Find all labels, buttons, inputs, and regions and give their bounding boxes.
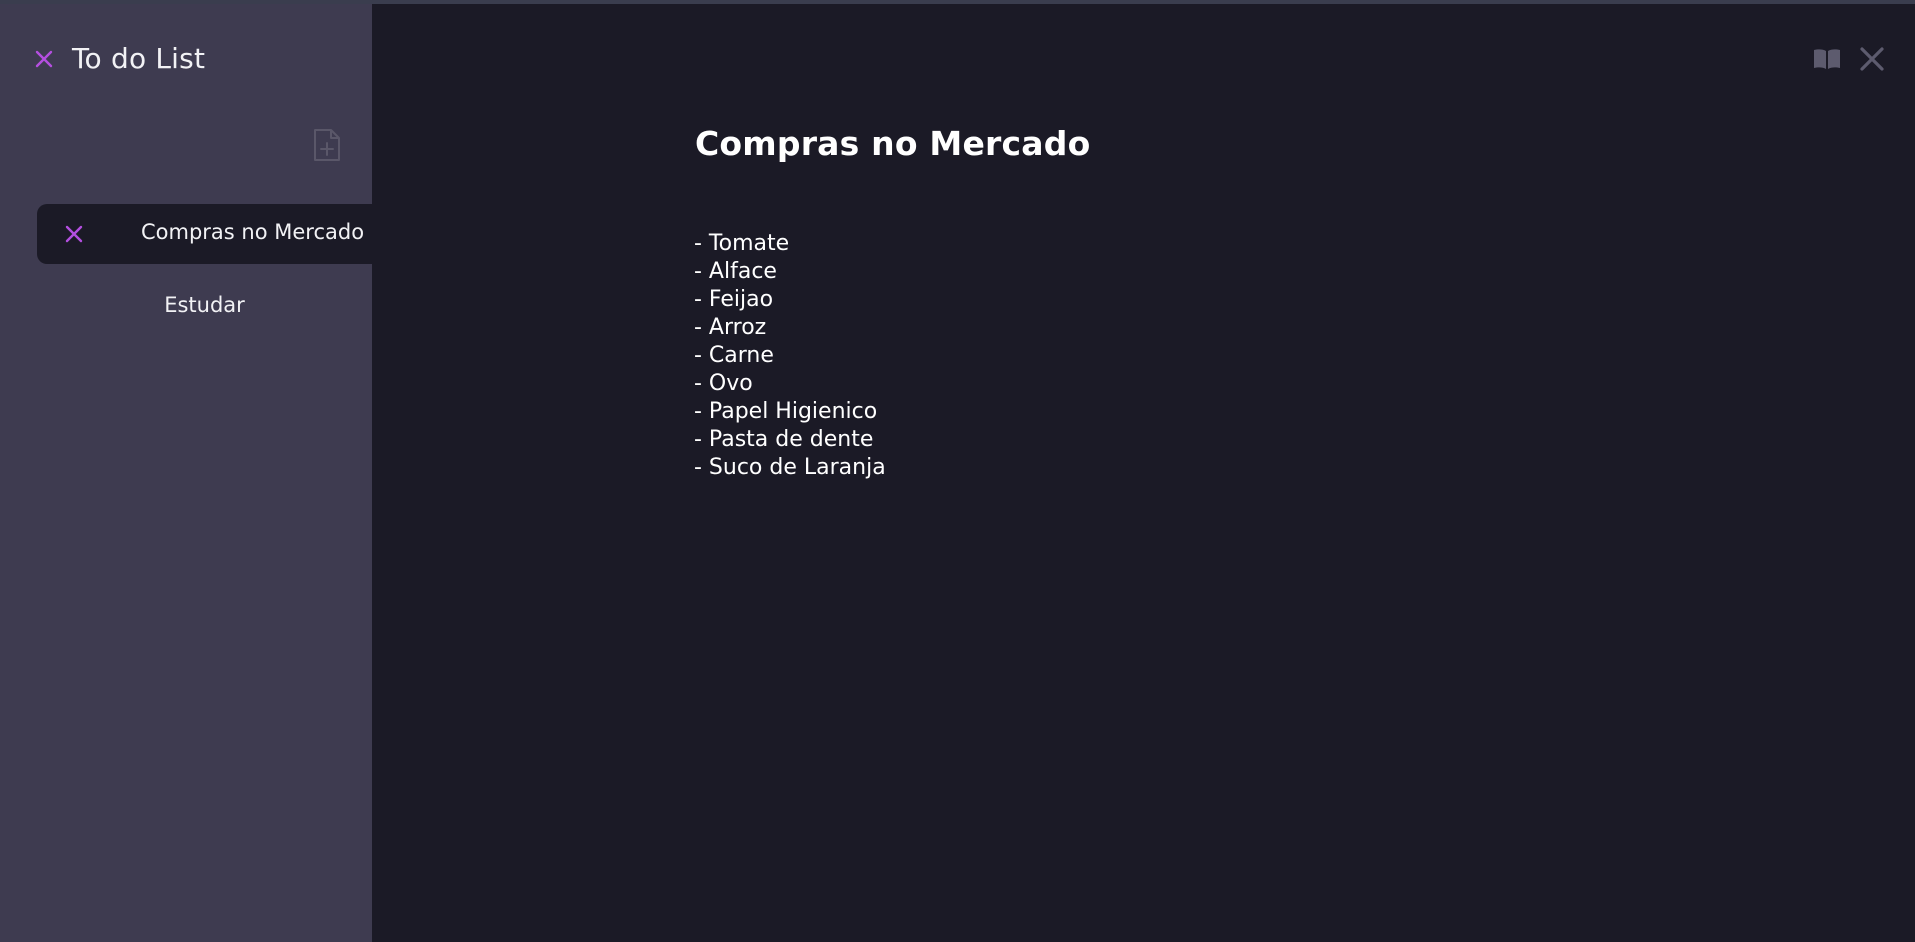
sidebar-item-estudar[interactable]: Estudar bbox=[37, 287, 372, 323]
app-window: To do List Compras no Mercado Estudar Co… bbox=[0, 0, 1915, 942]
delete-item-icon[interactable] bbox=[64, 224, 84, 244]
note-content[interactable]: - Tomate - Alface - Feijao - Arroz - Car… bbox=[694, 230, 886, 482]
sidebar-header: To do List bbox=[34, 42, 205, 75]
sidebar-item-label: Compras no Mercado bbox=[141, 220, 365, 244]
sidebar-item-label: Estudar bbox=[164, 293, 245, 317]
close-icon[interactable] bbox=[34, 49, 54, 69]
note-line: - Alface bbox=[694, 259, 777, 284]
note-line: - Pasta de dente bbox=[694, 427, 874, 452]
note-editor: Compras no Mercado - Tomate - Alface - F… bbox=[372, 4, 1915, 942]
close-icon[interactable] bbox=[1859, 46, 1885, 72]
new-note-button[interactable] bbox=[312, 128, 344, 164]
note-line: - Feijao bbox=[694, 287, 774, 312]
sidebar: To do List Compras no Mercado Estudar bbox=[0, 4, 372, 942]
book-open-icon[interactable] bbox=[1813, 48, 1841, 70]
note-line: - Ovo bbox=[694, 371, 753, 396]
note-line: - Carne bbox=[694, 343, 774, 368]
sidebar-item-compras-no-mercado[interactable]: Compras no Mercado bbox=[37, 204, 372, 264]
app-title: To do List bbox=[72, 42, 206, 75]
note-title[interactable]: Compras no Mercado bbox=[695, 124, 1090, 163]
note-line: - Suco de Laranja bbox=[694, 455, 886, 480]
note-line: - Papel Higienico bbox=[694, 399, 878, 424]
note-line: - Arroz bbox=[694, 315, 767, 340]
note-line: - Tomate bbox=[694, 231, 790, 256]
new-file-icon bbox=[312, 128, 344, 162]
top-toolbar bbox=[1813, 46, 1885, 72]
